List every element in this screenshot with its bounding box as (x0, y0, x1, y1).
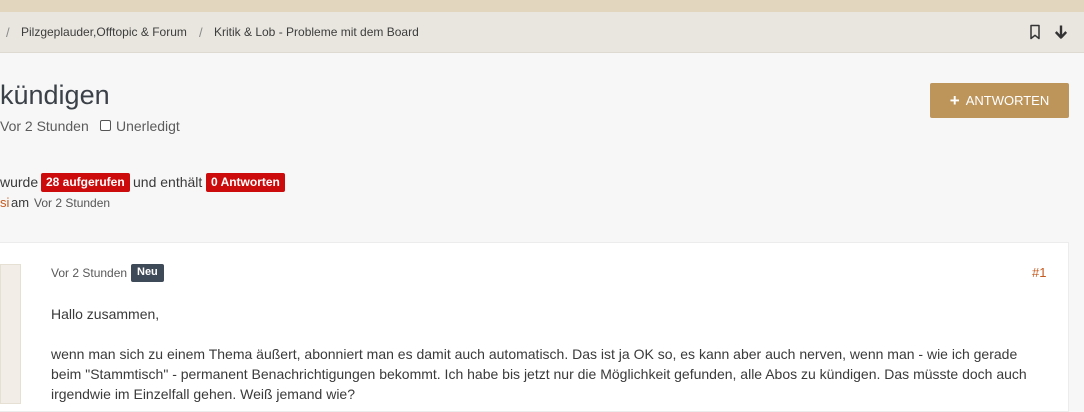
post-body: Hallo zusammen, wenn man sich zu einem T… (51, 304, 1051, 404)
thread-status-label: Unerledigt (116, 118, 180, 134)
author-link[interactable]: si (0, 195, 9, 210)
avatar[interactable] (0, 264, 21, 404)
breadcrumb-separator: / (199, 25, 203, 40)
breadcrumb-item-board[interactable]: Kritik & Lob - Probleme mit dem Board (214, 25, 419, 39)
breadcrumb-separator: / (6, 25, 10, 40)
author-am: am (11, 195, 30, 210)
reply-button[interactable]: + ANTWORTEN (930, 83, 1069, 118)
breadcrumb-item-forum[interactable]: Pilzgeplauder,Offtopic & Forum (21, 25, 187, 39)
top-strip (0, 0, 1084, 12)
post-time: Vor 2 Stunden (51, 266, 128, 280)
breadcrumb: / Pilzgeplauder,Offtopic & Forum / Kriti… (0, 12, 1084, 53)
arrow-down-icon[interactable] (1052, 23, 1070, 41)
stats-prefix: wurde (0, 174, 39, 190)
bookmark-icon[interactable] (1026, 23, 1044, 41)
post-number-link[interactable]: #1 (1032, 265, 1046, 280)
thread-created-time: Vor 2 Stunden (0, 118, 89, 134)
replies-badge: 0 Antworten (206, 173, 285, 192)
plus-icon: + (949, 91, 960, 110)
post-paragraph: wenn man sich zu einem Thema äußert, abo… (51, 346, 1027, 402)
views-badge: 28 aufgerufen (41, 173, 130, 192)
reply-button-label: ANTWORTEN (965, 93, 1050, 108)
new-badge: Neu (131, 264, 164, 282)
stats-middle: und enthält (133, 174, 203, 190)
post-paragraph: Hallo zusammen, (51, 306, 160, 322)
thread-title: kündigen (0, 80, 110, 110)
author-time: Vor 2 Stunden (34, 196, 111, 210)
checkbox-icon (100, 120, 111, 131)
